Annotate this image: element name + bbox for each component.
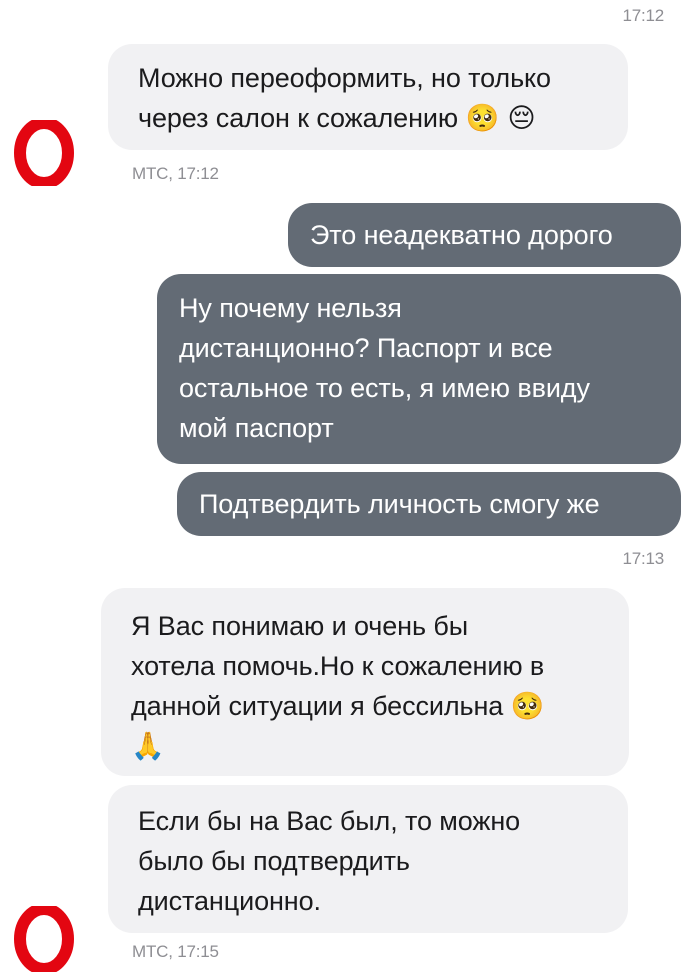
incoming-message[interactable]: Можно переоформить, но только через сало… [108,44,628,150]
message-text: Подтвердить личность смогу же [199,489,600,519]
message-line: Можно переоформить, но только [138,63,551,93]
message-line: Если бы на Вас был, то можно [138,806,521,836]
outgoing-message[interactable]: Подтвердить личность смогу же [177,472,681,536]
incoming-message[interactable]: Я Вас понимаю и очень бы хотела помочь.Н… [101,588,629,776]
message-text: через салон к сожалению [138,103,459,133]
message-meta: МТС, 17:15 [132,942,219,961]
outgoing-message[interactable]: Это неадекватно дорого [288,203,681,267]
message-line: хотела помочь.Но к сожалению в [131,651,545,681]
message-line-with-emoji: данной ситуации я бессильна 🥺 [131,686,601,727]
message-line: Я Вас понимаю и очень бы [131,611,469,641]
emoji: 🥺 😔 [465,103,536,134]
message-text: Это неадекватно дорого [310,220,613,250]
incoming-message[interactable]: Если бы на Вас был, то можно было бы под… [108,785,628,933]
mts-logo-icon[interactable] [11,906,77,972]
message-line: дистанционно? Паспорт и все [179,333,553,363]
message-line: дистанционно. [138,886,321,916]
message-meta: МТС, 17:12 [132,164,219,183]
message-text: данной ситуации я бессильна [131,691,504,721]
mts-logo-icon[interactable] [11,120,77,186]
timestamp: 17:12 [622,6,664,25]
message-line-with-emoji: через салон к сожалению 🥺 😔 [138,98,600,139]
emoji: 🥺 [510,691,545,722]
outgoing-message[interactable]: Ну почему нельзя дистанционно? Паспорт и… [157,274,681,464]
timestamp: 17:13 [622,549,664,568]
message-line: Ну почему нельзя [179,293,402,323]
message-line: остальное то есть, я имею ввиду [179,373,590,403]
message-line: мой паспорт [179,413,334,443]
message-line: было бы подтвердить [138,846,410,876]
emoji: 🙏 [131,731,165,762]
